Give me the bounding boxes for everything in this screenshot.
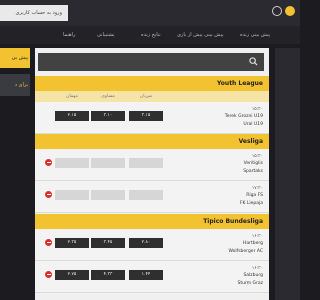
remove-icon[interactable]	[45, 159, 52, 166]
main-nav: پیش بینی زنده پیش بینی پیش از بازی نتایج…	[0, 26, 300, 44]
odds-label-draw: مساوی	[101, 94, 115, 99]
odd-home	[129, 190, 163, 200]
away-team: Wolfsberger AC	[228, 249, 263, 254]
away-team: Spartaks	[243, 169, 263, 174]
odds-header: میزبان مساوی مهمان	[35, 91, 269, 102]
nav-item-support[interactable]: پشتیبانی	[97, 26, 114, 44]
away-team: FK Liepaja	[239, 201, 263, 206]
search-bar	[38, 53, 264, 71]
match-list-panel: Youth League میزبان مساوی مهمان ۲.۱۵ ۳.۱…	[35, 48, 269, 300]
odd-away[interactable]: ۲.۷۵	[55, 270, 89, 280]
home-team: Salzburg	[243, 273, 263, 278]
login-button[interactable]: ورود به حساب کاربری	[0, 5, 68, 21]
home-team: Hartberg	[242, 241, 263, 246]
user-menu-icon[interactable]	[285, 6, 295, 16]
nav-item-help[interactable]: راهنما	[63, 26, 75, 44]
top-bar: ورود به حساب کاربری	[0, 0, 300, 26]
odd-draw	[91, 158, 125, 168]
sidebar-item-info[interactable]: برای د	[0, 74, 30, 96]
odd-home[interactable]: ۱.۴۴	[129, 270, 163, 280]
home-team: Terek Grozni U19	[224, 114, 263, 119]
match-row: ۱۷:۳۰ Riga FS FK Liepaja	[35, 181, 269, 213]
league-title: Vesliga	[35, 134, 269, 149]
home-team: Riga FS	[246, 193, 263, 198]
odd-away	[55, 190, 89, 200]
match-time: ۱۵:۳۰	[251, 107, 263, 112]
match-row: ۱۵:۳۰ Veritiglis Spartaks	[35, 149, 269, 181]
league-vesliga: Vesliga ۱۵:۳۰ Veritiglis Spartaks ۱۷:۳۰ …	[35, 134, 269, 213]
odd-draw[interactable]: ۳.۱۰	[91, 111, 125, 121]
remove-icon[interactable]	[45, 271, 52, 278]
odd-home[interactable]: ۳.۱۵	[129, 111, 163, 121]
away-team: Ural U19	[243, 122, 263, 127]
globe-icon[interactable]	[272, 6, 282, 16]
odd-draw[interactable]: ۳.۴۵	[91, 238, 125, 248]
home-team: Veritiglis	[243, 161, 263, 166]
nav-item-live-results[interactable]: نتایج زنده	[141, 26, 161, 44]
league-title: Tipico Bundesliga	[35, 214, 269, 229]
league-title: Youth League	[35, 76, 269, 91]
match-time: ۱۶:۳۰	[251, 234, 263, 239]
away-team: Sturm Graz	[237, 281, 263, 286]
sidebar-item-betting[interactable]: پیش بی	[0, 48, 30, 68]
match-row: ۲.۱۵ ۳.۱۰ ۳.۱۵ ۱۵:۳۰ Terek Grozni U19 Ur…	[35, 102, 269, 134]
search-input[interactable]	[48, 55, 246, 69]
nav-item-prematch[interactable]: پیش بینی پیش از بازی	[177, 26, 224, 44]
right-sidebar	[275, 48, 300, 300]
odds-label-away: مهمان	[66, 94, 78, 99]
odd-away	[55, 158, 89, 168]
league-tipico-bundesliga: Tipico Bundesliga ۲.۳۵ ۳.۴۵ ۲.۸۰ ۱۶:۳۰ H…	[35, 214, 269, 293]
odds-label-home: میزبان	[139, 94, 153, 99]
match-time: ۱۷:۳۰	[251, 186, 263, 191]
odd-away[interactable]: ۲.۳۵	[55, 238, 89, 248]
remove-icon[interactable]	[45, 191, 52, 198]
left-sidebar: پیش بی برای د	[0, 48, 30, 96]
league-youth-league: Youth League میزبان مساوی مهمان ۲.۱۵ ۳.۱…	[35, 76, 269, 134]
match-row: ۲.۷۵ ۴.۳۳ ۱.۴۴ ۱۶:۳۰ Salzburg Sturm Graz	[35, 261, 269, 293]
odd-away[interactable]: ۲.۱۵	[55, 111, 89, 121]
odd-draw	[91, 190, 125, 200]
odd-draw[interactable]: ۴.۳۳	[91, 270, 125, 280]
nav-item-live-betting[interactable]: پیش بینی زنده	[240, 26, 270, 44]
match-row: ۲.۳۵ ۳.۴۵ ۲.۸۰ ۱۶:۳۰ Hartberg Wolfsberge…	[35, 229, 269, 261]
remove-icon[interactable]	[45, 239, 52, 246]
match-time: ۱۶:۳۰	[251, 266, 263, 271]
odd-home[interactable]: ۲.۸۰	[129, 238, 163, 248]
odd-home	[129, 158, 163, 168]
match-time: ۱۵:۳۰	[251, 154, 263, 159]
search-icon[interactable]	[249, 57, 258, 66]
